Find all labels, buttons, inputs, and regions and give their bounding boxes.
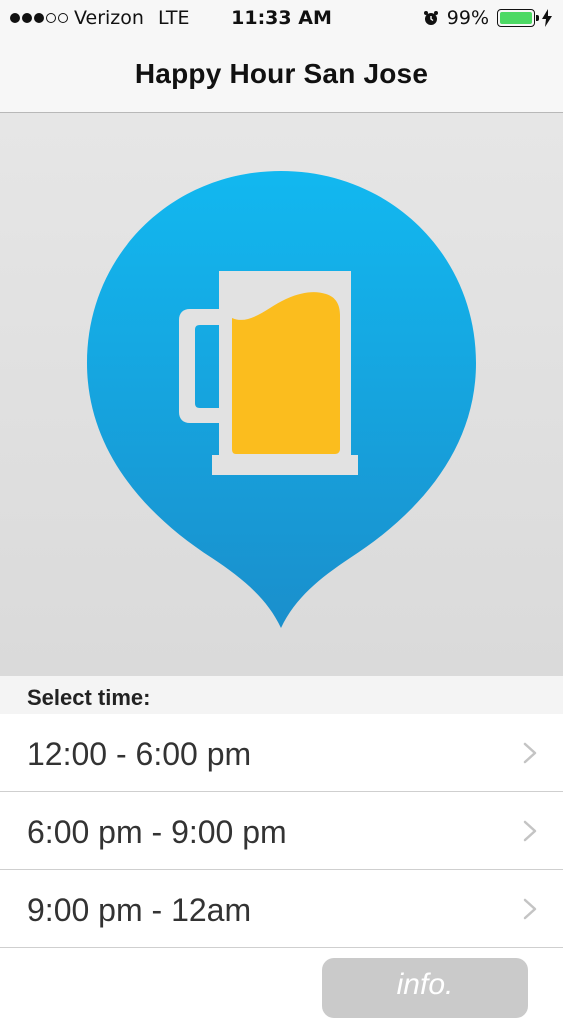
time-list: 12:00 - 6:00 pm 6:00 pm - 9:00 pm 9:00 p… [0,714,563,948]
chevron-right-icon [523,820,537,842]
time-option-row[interactable]: 6:00 pm - 9:00 pm [0,792,563,870]
battery-icon [497,9,539,27]
charging-bolt-icon [542,9,552,27]
battery-tip [536,15,539,21]
page-title: Happy Hour San Jose [134,58,429,89]
time-option-row[interactable]: 12:00 - 6:00 pm [0,714,563,792]
chevron-right-icon [523,898,537,920]
info-button-label: info. [396,968,454,1001]
section-title: Select time: [27,685,151,710]
chevron-right-icon [523,742,537,764]
alarm-clock-icon [423,11,438,25]
hero-logo-area [0,113,563,676]
time-option-label: 6:00 pm - 9:00 pm [27,814,287,850]
mug-base [212,455,358,475]
time-option-row[interactable]: 9:00 pm - 12am [0,870,563,948]
section-header: Select time: [0,676,563,714]
battery-percent: 99% [446,7,489,29]
info-button[interactable]: info. [322,958,528,1018]
time-option-label: 9:00 pm - 12am [27,892,252,928]
status-bar: Verizon LTE 11:33 AM 99% [0,0,563,36]
status-right: 99% [423,7,553,29]
time-option-label: 12:00 - 6:00 pm [27,736,252,772]
battery-fill [500,12,532,24]
navigation-bar: Happy Hour San Jose [0,36,563,113]
beer-mug-map-pin-icon [87,171,476,628]
